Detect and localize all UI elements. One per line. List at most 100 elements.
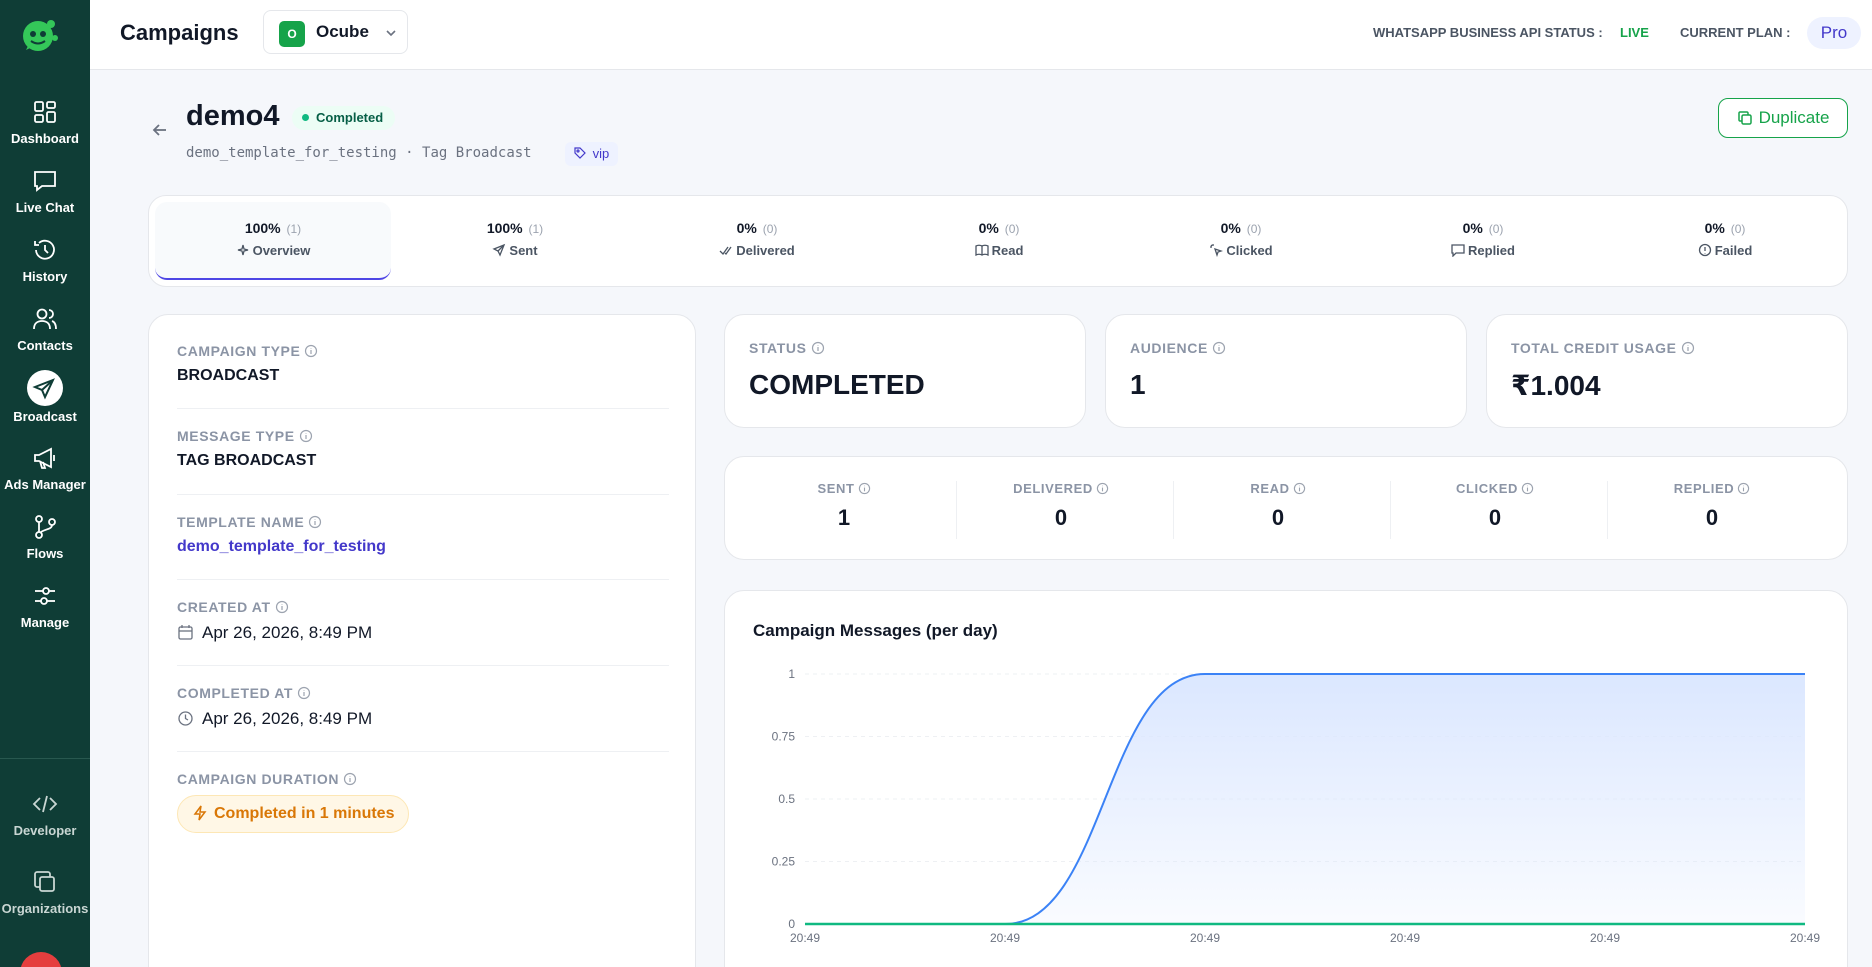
sidebar-item-developer[interactable]: Developer [0, 790, 90, 838]
info-icon[interactable] [343, 772, 357, 786]
chat-icon [34, 171, 56, 192]
info-icon[interactable] [811, 341, 825, 355]
status-dot-icon [302, 114, 309, 121]
sidebar-item-live-chat[interactable]: Live Chat [0, 167, 90, 215]
detail-label: TEMPLATE NAME [177, 514, 305, 530]
funnel-value: 0 [1271, 505, 1285, 530]
detail-value: Apr 26, 2026, 8:49 PM [202, 709, 373, 728]
info-icon[interactable] [1096, 482, 1109, 495]
page-title: Campaigns [120, 20, 239, 45]
funnel-value: 0 [1705, 505, 1719, 530]
copy-icon [34, 871, 55, 892]
sidebar-item-history[interactable]: History [0, 236, 90, 284]
funnel-label: READ [1250, 481, 1290, 496]
info-icon[interactable] [275, 600, 289, 614]
tab-percent: 100% [486, 220, 523, 236]
tab-delivered[interactable]: 0% (0) Delivered [639, 202, 875, 280]
message-icon [1451, 244, 1465, 258]
info-icon[interactable] [304, 344, 318, 358]
tab-percent: 0% [1462, 220, 1483, 236]
history-icon [34, 239, 55, 260]
plan-badge[interactable]: Pro [1807, 17, 1861, 49]
info-icon[interactable] [1293, 482, 1306, 495]
tab-failed[interactable]: 0% (0) Failed [1607, 202, 1843, 280]
stat-card-audience: AUDIENCE 1 [1105, 314, 1467, 428]
detail-label: CREATED AT [177, 599, 271, 615]
funnel-read: READ 0 [1170, 481, 1386, 531]
info-icon[interactable] [858, 482, 871, 495]
org-avatar: O [279, 21, 305, 47]
x-tick-label: 20:49 [990, 931, 1020, 945]
sidebar-item-label: Broadcast [13, 409, 77, 424]
info-icon[interactable] [1737, 482, 1750, 495]
users-icon [33, 308, 57, 330]
divider [177, 408, 669, 409]
org-name: Ocube [316, 22, 369, 41]
tag-label: vip [592, 146, 610, 161]
organization-select[interactable]: O Ocube [263, 10, 408, 54]
lightning-icon [193, 805, 207, 821]
tab-sent[interactable]: 100% (1) Sent [397, 202, 633, 280]
divider [177, 751, 669, 752]
info-icon[interactable] [1521, 482, 1534, 495]
tab-count: (0) [762, 222, 778, 236]
series-area-fill [805, 674, 1805, 924]
tag-badge: vip [565, 142, 619, 166]
detail-created-at: CREATED AT Apr 26, 2026, 8:49 PM [177, 599, 669, 643]
tab-label: Clicked [1226, 243, 1273, 258]
topbar: Campaigns O Ocube WHATSAPP BUSINESS API … [90, 0, 1872, 70]
duplicate-button[interactable]: Duplicate [1718, 98, 1848, 138]
tab-count: (0) [1246, 222, 1262, 236]
info-icon[interactable] [1212, 341, 1226, 355]
sidebar-item-flows[interactable]: Flows [0, 513, 90, 561]
tab-count: (0) [1730, 222, 1746, 236]
funnel-delivered: DELIVERED 0 [953, 481, 1169, 531]
stat-value: 1 [1130, 369, 1146, 400]
tab-clicked[interactable]: 0% (0) Clicked [1123, 202, 1359, 280]
alert-icon [1698, 243, 1711, 257]
template-name-link[interactable]: demo_template_for_testing [177, 538, 669, 556]
tab-read[interactable]: 0% (0) Read [881, 202, 1117, 280]
divider [177, 494, 669, 495]
tab-percent: 0% [1220, 220, 1241, 236]
stat-card-credit: TOTAL CREDIT USAGE ₹1.004 [1486, 314, 1848, 428]
status-badge: Completed [292, 106, 396, 130]
stat-label: AUDIENCE [1130, 340, 1208, 356]
sidebar-item-label: Ads Manager [4, 477, 86, 492]
detail-label: MESSAGE TYPE [177, 428, 295, 444]
info-icon[interactable] [308, 515, 322, 529]
funnel-clicked: CLICKED 0 [1387, 481, 1603, 531]
detail-template-name: TEMPLATE NAME demo_template_for_testing [177, 514, 669, 556]
info-icon[interactable] [299, 429, 313, 443]
sidebar-item-dashboard[interactable]: Dashboard [0, 98, 90, 146]
detail-duration: CAMPAIGN DURATION Completed in 1 minutes [177, 771, 669, 833]
stat-value: ₹1.004 [1511, 370, 1601, 401]
detail-label: CAMPAIGN DURATION [177, 771, 340, 787]
divider [177, 579, 669, 580]
funnel-value: 0 [1054, 505, 1068, 530]
app-logo-icon[interactable] [18, 16, 64, 56]
subtitle-type: Tag Broadcast [422, 145, 532, 161]
tag-icon [574, 147, 586, 159]
info-icon[interactable] [297, 686, 311, 700]
tab-overview[interactable]: 100% (1) Overview [155, 202, 391, 280]
sidebar-item-broadcast[interactable]: Broadcast [0, 370, 90, 424]
tab-replied[interactable]: 0% (0) Replied [1365, 202, 1601, 280]
sidebar-item-label: History [22, 269, 68, 284]
help-button[interactable] [20, 952, 62, 967]
info-icon[interactable] [1681, 341, 1695, 355]
x-tick-label: 20:49 [1390, 931, 1420, 945]
tab-label: Replied [1468, 243, 1515, 258]
copy-icon [1737, 111, 1752, 125]
sidebar-item-ads-manager[interactable]: Ads Manager [0, 444, 90, 492]
duration-label: Completed in 1 minutes [214, 805, 395, 822]
detail-campaign-type: CAMPAIGN TYPE BROADCAST [177, 343, 669, 385]
duration-badge: Completed in 1 minutes [177, 795, 410, 833]
sidebar-item-organizations[interactable]: Organizations [0, 868, 90, 916]
flow-icon [35, 515, 56, 539]
x-tick-label: 20:49 [790, 931, 820, 945]
sidebar-item-contacts[interactable]: Contacts [0, 305, 90, 353]
detail-label: COMPLETED AT [177, 685, 294, 701]
sidebar-item-manage[interactable]: Manage [0, 582, 90, 630]
back-arrow-icon[interactable] [150, 120, 170, 140]
